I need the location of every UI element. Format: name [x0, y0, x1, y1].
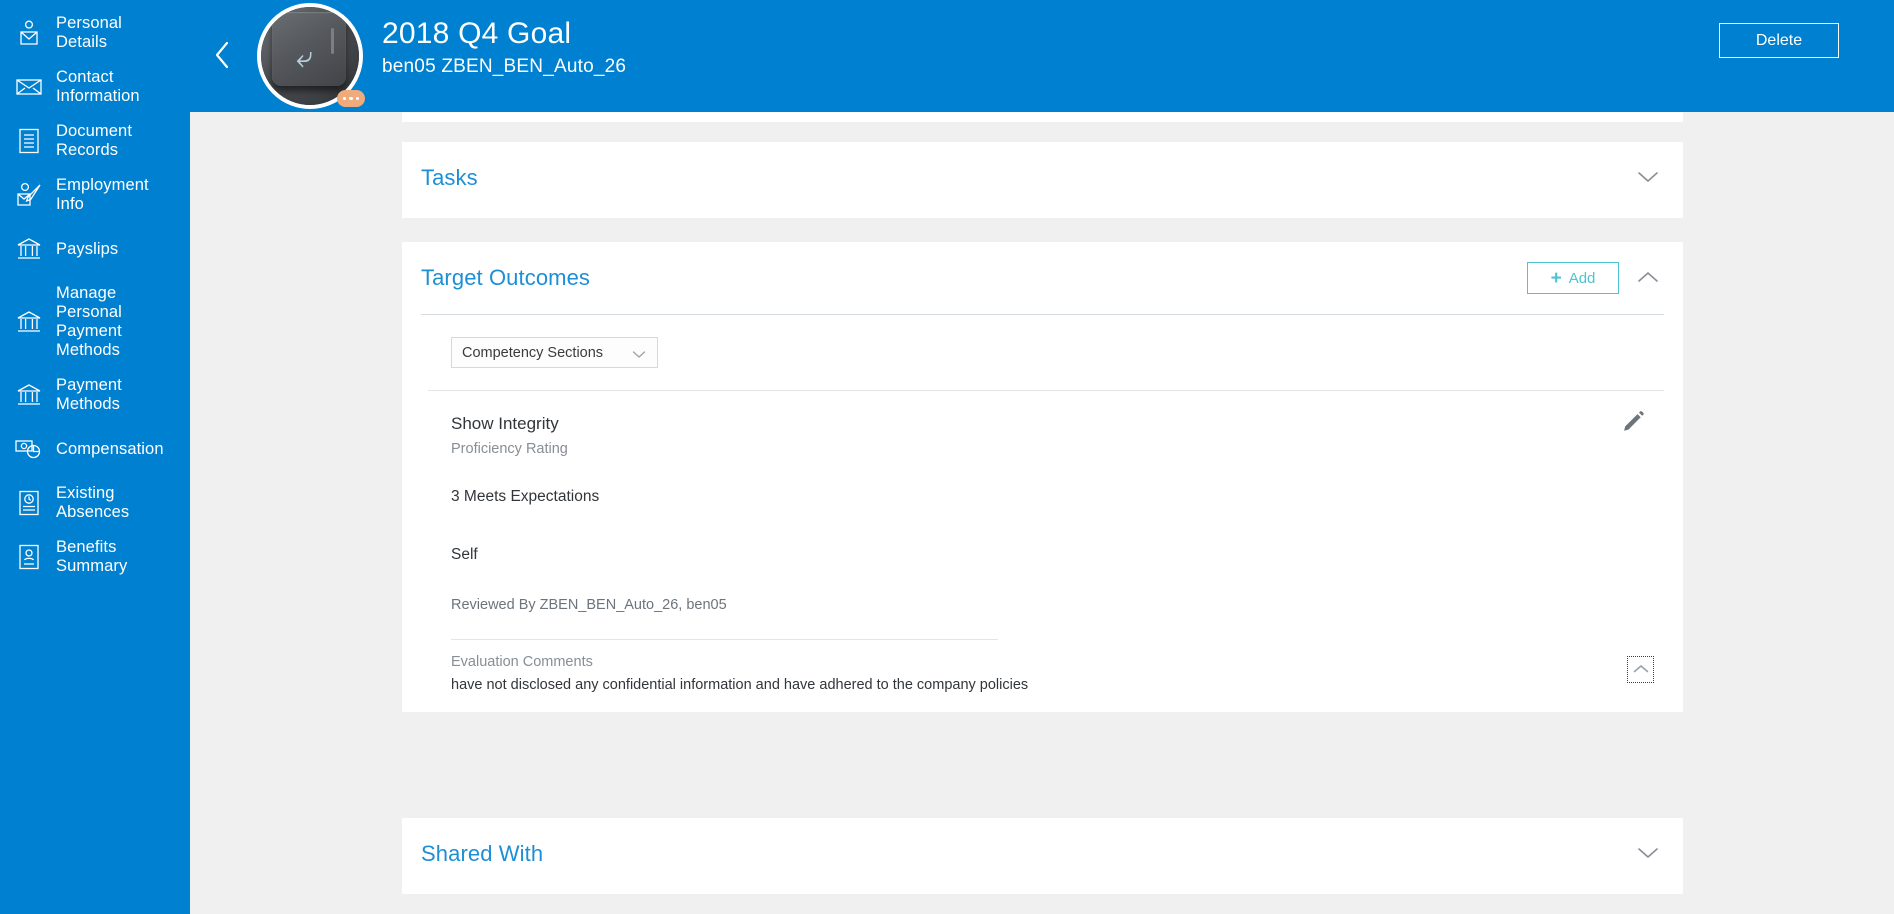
- money-chart-icon: [14, 434, 44, 464]
- chevron-left-icon: [211, 39, 233, 76]
- envelope-icon: [14, 72, 44, 102]
- bank-icon: [14, 234, 44, 264]
- sidebar-item-label: Personal Details: [56, 14, 122, 51]
- sidebar-item-label: Benefits Summary: [56, 538, 128, 575]
- shared-with-header-actions: [1629, 818, 1667, 890]
- document-icon: [14, 126, 44, 156]
- sidebar-item-contact-information[interactable]: Contact Information: [0, 60, 190, 114]
- sidebar-item-label: Existing Absences: [56, 484, 130, 521]
- avatar-photo-keycap: ⤷: [272, 12, 346, 86]
- shared-with-toggle-button[interactable]: [1629, 835, 1667, 873]
- avatar[interactable]: ⤷: [257, 3, 365, 109]
- outcome-rating: 3 Meets Expectations: [451, 488, 600, 505]
- shared-with-header[interactable]: Shared With: [402, 818, 1683, 890]
- target-outcomes-header: Target Outcomes + Add: [402, 242, 1683, 314]
- chevron-down-icon: [1637, 170, 1659, 187]
- section-target-outcomes: Target Outcomes + Add Competency Section…: [402, 242, 1683, 712]
- add-button-label: Add: [1568, 269, 1596, 287]
- sidebar-item-existing-absences[interactable]: Existing Absences: [0, 476, 190, 530]
- sidebar-item-label: Payment Methods: [56, 376, 122, 413]
- section-title: Target Outcomes: [421, 265, 591, 290]
- previous-card-partial: [402, 112, 1683, 122]
- sidebar-item-label: Payslips: [56, 239, 119, 258]
- target-outcomes-toggle-button[interactable]: [1629, 259, 1667, 297]
- outcome-collapse-button[interactable]: [1627, 656, 1654, 683]
- chevron-down-icon: [632, 347, 646, 365]
- delete-button[interactable]: Delete: [1719, 23, 1839, 58]
- evaluation-comments-label: Evaluation Comments: [451, 654, 593, 670]
- section-shared-with: Shared With: [402, 818, 1683, 894]
- edit-outcome-button[interactable]: [1618, 409, 1648, 439]
- sidebar-item-personal-details[interactable]: Personal Details: [0, 6, 190, 60]
- title-block: 2018 Q4 Goal ben05 ZBEN_BEN_Auto_26: [382, 16, 626, 80]
- person-card-icon: [14, 542, 44, 572]
- sidebar-item-label: Manage Personal Payment Methods: [56, 284, 122, 359]
- back-button[interactable]: [205, 40, 239, 74]
- badge-dot: [342, 96, 347, 101]
- clock-document-icon: [14, 488, 44, 518]
- more-dots-badge[interactable]: [337, 90, 365, 107]
- sidebar-item-label: Document Records: [56, 122, 133, 159]
- sidebar-item-payslips[interactable]: Payslips: [0, 222, 190, 276]
- person-edit-icon: [14, 180, 44, 210]
- outcome-subtitle: Proficiency Rating: [451, 441, 568, 457]
- evaluation-comments-text: have not disclosed any confidential info…: [451, 677, 1029, 693]
- comments-divider: [451, 639, 998, 640]
- pencil-icon: [1623, 411, 1644, 437]
- plus-icon: +: [1550, 267, 1562, 289]
- left-sidebar: Personal Details Contact Information Doc…: [0, 0, 190, 914]
- badge-dot: [355, 96, 360, 101]
- sidebar-item-label: Contact Information: [56, 68, 140, 105]
- sidebar-item-document-records[interactable]: Document Records: [0, 114, 190, 168]
- main-content: Tasks Target Outcomes + Add Competency S…: [190, 112, 1894, 914]
- target-outcomes-header-actions: + Add: [1527, 242, 1667, 314]
- select-value: Competency Sections: [462, 344, 604, 361]
- person-details-icon: [14, 18, 44, 48]
- app-root: Personal Details Contact Information Doc…: [0, 0, 1894, 914]
- section-title: Shared With: [421, 841, 544, 866]
- sidebar-item-employment-info[interactable]: Employment Info: [0, 168, 190, 222]
- section-tasks: Tasks: [402, 142, 1683, 218]
- sidebar-item-label: Employment Info: [56, 176, 149, 213]
- enter-key-glyph: ⤷: [296, 40, 313, 75]
- page-subtitle: ben05 ZBEN_BEN_Auto_26: [382, 56, 627, 77]
- chevron-down-icon: [1637, 846, 1659, 863]
- chevron-up-icon: [1637, 270, 1659, 287]
- sidebar-item-benefits-summary[interactable]: Benefits Summary: [0, 530, 190, 584]
- tasks-header-actions: [1629, 142, 1667, 214]
- sidebar-item-manage-personal-payment-methods[interactable]: Manage Personal Payment Methods: [0, 276, 190, 368]
- add-button[interactable]: + Add: [1527, 262, 1619, 294]
- badge-dot: [349, 96, 353, 101]
- tasks-header[interactable]: Tasks: [402, 142, 1683, 214]
- competency-sections-select[interactable]: Competency Sections: [451, 337, 658, 368]
- chevron-up-icon: [1633, 661, 1649, 679]
- sidebar-item-compensation[interactable]: Compensation: [0, 422, 190, 476]
- bank-icon: [14, 380, 44, 410]
- outcome-item: Show Integrity Proficiency Rating 3 Meet…: [428, 391, 1664, 693]
- outcome-name: Show Integrity: [451, 414, 559, 433]
- page-title: 2018 Q4 Goal: [382, 17, 572, 50]
- section-title: Tasks: [421, 165, 478, 190]
- page-header: ⤷ 2018 Q4 Goal ben05 ZBEN_BEN_Auto_26 De…: [190, 0, 1894, 112]
- tasks-toggle-button[interactable]: [1629, 159, 1667, 197]
- outcome-source: Self: [451, 546, 478, 563]
- bank-icon: [14, 307, 44, 337]
- target-outcomes-body: Competency Sections Show Integrity Profi…: [402, 315, 1683, 693]
- keycap-highlight: [331, 28, 334, 54]
- sidebar-item-payment-methods[interactable]: Payment Methods: [0, 368, 190, 422]
- outcome-reviewed-by: Reviewed By ZBEN_BEN_Auto_26, ben05: [451, 597, 727, 613]
- sidebar-item-label: Compensation: [56, 439, 164, 458]
